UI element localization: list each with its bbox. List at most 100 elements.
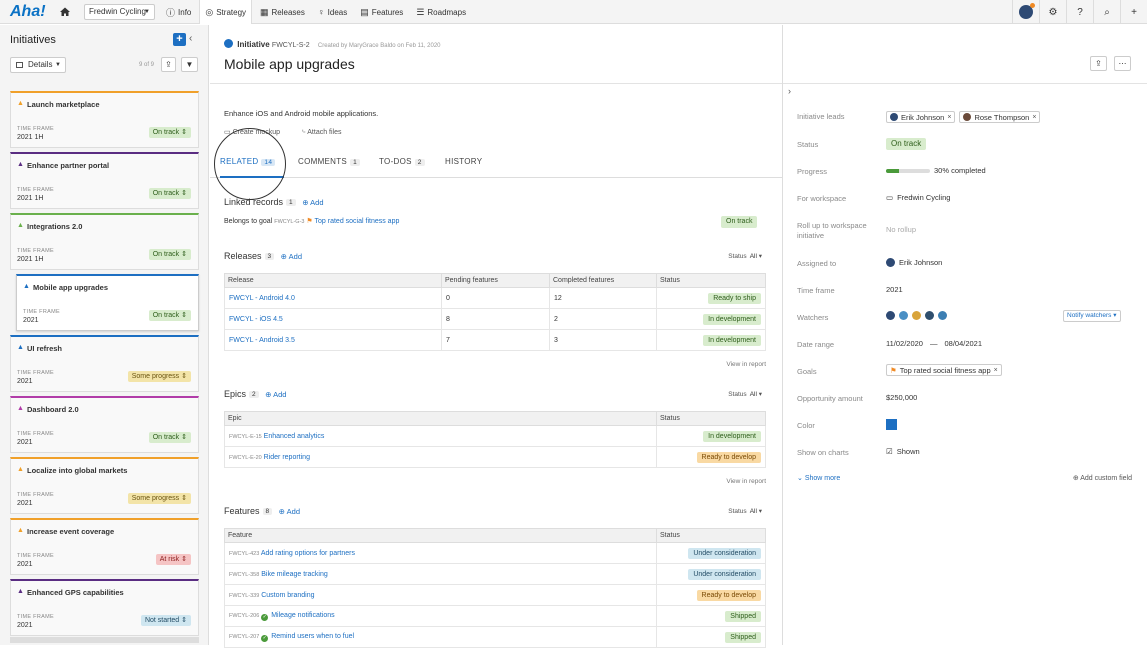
status-badge[interactable]: Ready to develop: [696, 589, 761, 601]
goal-chip[interactable]: ⚑ Top rated social fitness app ×: [886, 364, 1002, 376]
status-badge[interactable]: Ready to ship: [708, 292, 761, 304]
nav-info[interactable]: ⓘ Info: [161, 0, 196, 24]
nav-features[interactable]: ▤ Features: [355, 0, 408, 24]
feature-link[interactable]: Mileage notifications: [271, 612, 334, 619]
progress-field[interactable]: 30% completed: [886, 166, 986, 175]
status-badge[interactable]: Shipped: [725, 631, 761, 643]
assigned-field[interactable]: Erik Johnson: [886, 258, 942, 267]
rollup-field[interactable]: No rollup: [886, 225, 916, 234]
help-icon[interactable]: ?: [1066, 0, 1093, 24]
tab-comments[interactable]: COMMENTS 1: [298, 157, 360, 166]
export-icon[interactable]: ⇪: [161, 57, 176, 72]
close-icon[interactable]: ×: [1032, 114, 1036, 121]
initiative-card[interactable]: ▲ Increase event coverage TIME FRAME 2021 At…: [10, 518, 199, 575]
record-id[interactable]: FWCYL-S-2: [272, 42, 310, 49]
filter-icon[interactable]: ▼: [181, 57, 198, 72]
status-badge[interactable]: In development: [703, 334, 761, 346]
epics-status-filter[interactable]: Status All ▾: [728, 390, 762, 398]
release-link[interactable]: FWCYL - iOS 4.5: [229, 316, 283, 323]
page-title[interactable]: Mobile app upgrades: [224, 56, 355, 72]
column-header[interactable]: Feature: [224, 528, 657, 543]
status-badge[interactable]: On track ⇕: [148, 310, 191, 321]
status-badge[interactable]: On track ⇕: [148, 188, 191, 199]
add-initiative-button[interactable]: +: [173, 33, 186, 46]
record-description[interactable]: Enhance iOS and Android mobile applicati…: [224, 109, 378, 118]
feature-link[interactable]: Bike mileage tracking: [261, 571, 328, 578]
nav-ideas[interactable]: ♀ Ideas: [313, 0, 352, 24]
add-custom-field-button[interactable]: ⊕ Add custom field: [1073, 474, 1132, 482]
add-feature-button[interactable]: ⊕ Add: [279, 507, 300, 516]
feature-link[interactable]: Remind users when to fuel: [271, 633, 354, 640]
status-badge[interactable]: In development: [703, 430, 761, 442]
release-link[interactable]: FWCYL - Android 3.5: [229, 337, 295, 344]
nav-releases[interactable]: ▦ Releases: [255, 0, 310, 24]
workspace-selector[interactable]: Fredwin Cycling ▼: [84, 4, 155, 20]
status-badge[interactable]: In development: [703, 313, 761, 325]
show-on-charts-field[interactable]: ☑ Shown: [886, 447, 920, 456]
aha-logo[interactable]: Aha!: [10, 3, 46, 21]
initiative-card[interactable]: ▲ Dashboard 2.0 TIME FRAME 2021 On track ⇕: [10, 396, 199, 453]
column-header[interactable]: Status: [656, 528, 766, 543]
plus-icon[interactable]: +: [1120, 0, 1147, 24]
home-icon[interactable]: [58, 5, 72, 19]
release-link[interactable]: FWCYL - Android 4.0: [229, 295, 295, 302]
add-release-button[interactable]: ⊕ Add: [281, 252, 302, 261]
status-badge[interactable]: Shipped: [725, 610, 761, 622]
date-range-field[interactable]: 11/02/2020 — 08/04/2021: [886, 339, 982, 348]
initiative-card[interactable]: ▲ Enhanced GPS capabilities TIME FRAME 2021…: [10, 579, 199, 636]
initiative-card[interactable]: ▲ Localize into global markets TIME FRAME 2…: [10, 457, 199, 514]
close-icon[interactable]: ×: [994, 367, 998, 374]
goal-link[interactable]: Top rated social fitness app: [315, 218, 400, 225]
column-header[interactable]: Completed features: [549, 273, 657, 288]
feature-link[interactable]: Custom branding: [261, 592, 314, 599]
add-epic-button[interactable]: ⊕ Add: [265, 390, 286, 399]
nav-strategy[interactable]: ◎ Strategy: [199, 0, 253, 24]
opportunity-field[interactable]: $250,000: [886, 393, 917, 402]
epic-link[interactable]: Enhanced analytics: [264, 433, 325, 440]
lead-chip[interactable]: Erik Johnson ×: [886, 111, 956, 123]
column-header[interactable]: Release: [224, 273, 442, 288]
epic-link[interactable]: Rider reporting: [264, 454, 310, 461]
tab-history[interactable]: HISTORY: [445, 157, 482, 166]
color-field[interactable]: [886, 419, 897, 430]
close-icon[interactable]: ×: [947, 114, 951, 121]
column-header[interactable]: Epic: [224, 411, 657, 426]
status-badge[interactable]: On track ⇕: [148, 127, 191, 138]
chevron-right-icon[interactable]: ›: [788, 86, 791, 96]
add-linked-record-button[interactable]: ⊕ Add: [302, 198, 323, 207]
initiative-card[interactable]: ▲ Enhance partner portal TIME FRAME 2021 1H…: [10, 152, 199, 209]
nav-roadmaps[interactable]: ☰ Roadmaps: [411, 0, 471, 24]
feature-link[interactable]: Add rating options for partners: [261, 550, 355, 557]
column-header[interactable]: Status: [656, 273, 766, 288]
collapse-sidebar-icon[interactable]: ‹: [189, 33, 192, 44]
user-menu[interactable]: [1012, 0, 1039, 24]
column-header[interactable]: Status: [656, 411, 766, 426]
show-more-button[interactable]: ⌄ Show more: [797, 474, 840, 482]
workspace-field[interactable]: ▭ Fredwin Cycling: [886, 193, 950, 202]
more-options-icon[interactable]: ⋯: [1114, 56, 1131, 71]
lead-chip[interactable]: Rose Thompson ×: [959, 111, 1041, 123]
status-badge[interactable]: Under consideration: [688, 568, 761, 580]
column-header[interactable]: Pending features: [441, 273, 550, 288]
status-badge[interactable]: Not started ⇕: [140, 615, 191, 626]
view-selector[interactable]: Details ▼: [10, 57, 66, 73]
status-field[interactable]: On track: [886, 138, 927, 150]
status-badge[interactable]: On track ⇕: [148, 249, 191, 260]
share-icon[interactable]: ⇪: [1090, 56, 1107, 71]
status-badge[interactable]: Some progress ⇕: [127, 371, 191, 382]
tab-todos[interactable]: TO-DOS 2: [379, 157, 425, 166]
initiative-card[interactable]: ▲ Integrations 2.0 TIME FRAME 2021 1H On tra…: [10, 213, 199, 270]
watchers-field[interactable]: [886, 311, 947, 320]
timeframe-field[interactable]: 2021: [886, 285, 903, 294]
search-icon[interactable]: ⌕: [1093, 0, 1120, 24]
initiative-card[interactable]: ▲ Mobile app upgrades TIME FRAME 2021 On tra…: [16, 274, 199, 331]
notify-watchers-button[interactable]: Notify watchers ▾: [1063, 310, 1121, 322]
status-badge[interactable]: At risk ⇕: [155, 554, 191, 565]
initiative-card[interactable]: ▲ UI refresh TIME FRAME 2021 Some progress ⇕: [10, 335, 199, 392]
status-badge[interactable]: Under consideration: [688, 547, 761, 559]
view-in-report-link[interactable]: View in report: [726, 361, 766, 368]
status-badge[interactable]: Ready to develop: [696, 451, 761, 463]
status-badge[interactable]: Some progress ⇕: [127, 493, 191, 504]
status-badge[interactable]: On track ⇕: [148, 432, 191, 443]
gear-icon[interactable]: ⚙: [1039, 0, 1066, 24]
